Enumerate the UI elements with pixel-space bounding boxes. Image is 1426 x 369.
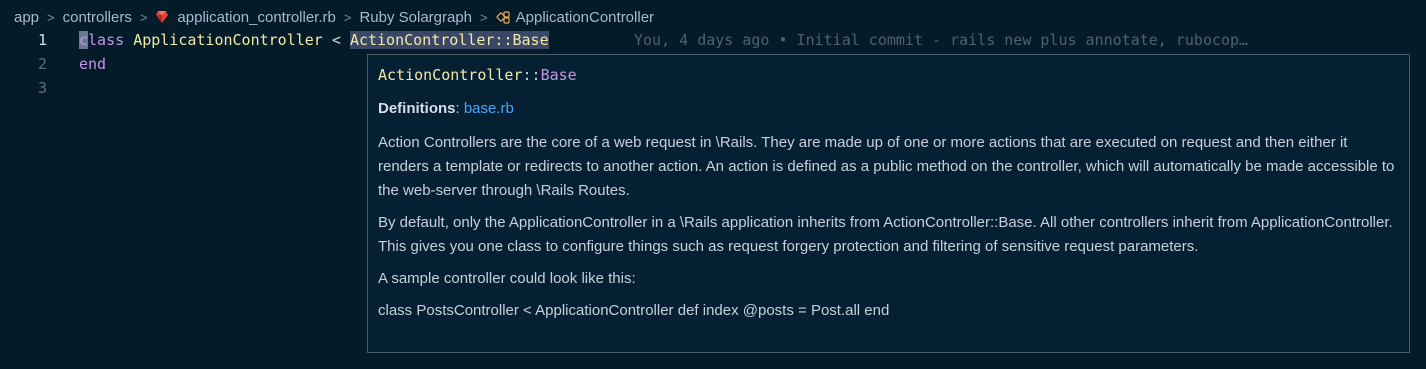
breadcrumb-file[interactable]: application_controller.rb	[177, 9, 335, 26]
signature-separator: ::	[522, 66, 541, 84]
line-number: 1	[37, 31, 47, 49]
breadcrumb-controllers[interactable]: controllers	[63, 9, 132, 26]
class-symbol-icon	[496, 9, 512, 25]
line-number: 2	[37, 55, 47, 73]
breadcrumb-ruby-solargraph[interactable]: Ruby Solargraph	[359, 9, 472, 26]
keyword-cursor-char: c	[79, 31, 89, 49]
keyword-end: end	[79, 55, 107, 73]
code-line-1[interactable]: 1 class ApplicationController < ActionCo…	[0, 28, 1426, 52]
hover-tooltip: ActionController::Base Definitions: base…	[367, 54, 1410, 353]
doc-paragraph: Action Controllers are the core of a web…	[378, 134, 1395, 199]
breadcrumb-symbol[interactable]: ApplicationController	[516, 9, 654, 26]
breadcrumb-app[interactable]: app	[14, 9, 39, 26]
doc-paragraph: A sample controller could look like this…	[378, 270, 636, 287]
definitions-colon: :	[455, 100, 460, 117]
git-blame-annotation: You, 4 days ago • Initial commit - rails…	[634, 31, 1249, 49]
doc-paragraph: class PostsController < ApplicationContr…	[378, 302, 890, 319]
parent-class-highlighted[interactable]: ActionController::Base	[349, 31, 549, 49]
definitions-label: Definitions	[378, 100, 456, 117]
keyword-class: lass	[88, 31, 125, 49]
definitions-row: Definitions: base.rb	[378, 97, 1399, 121]
chevron-right-icon: >	[480, 9, 488, 25]
doc-paragraph: By default, only the ApplicationControll…	[378, 214, 1393, 255]
class-name: ApplicationController	[133, 31, 323, 49]
chevron-right-icon: >	[47, 9, 55, 25]
signature-class: Base	[540, 66, 577, 84]
ruby-file-icon	[155, 10, 169, 24]
code-text[interactable]: class ApplicationController < ActionCont…	[79, 28, 549, 52]
chevron-right-icon: >	[343, 9, 352, 25]
signature-namespace: ActionController	[378, 66, 523, 84]
hover-signature: ActionController::Base	[378, 63, 1399, 87]
chevron-right-icon: >	[139, 9, 148, 25]
code-text[interactable]: end	[79, 52, 106, 76]
inherit-operator: <	[331, 31, 341, 49]
line-number: 3	[37, 79, 47, 97]
definitions-link[interactable]: base.rb	[464, 100, 514, 117]
